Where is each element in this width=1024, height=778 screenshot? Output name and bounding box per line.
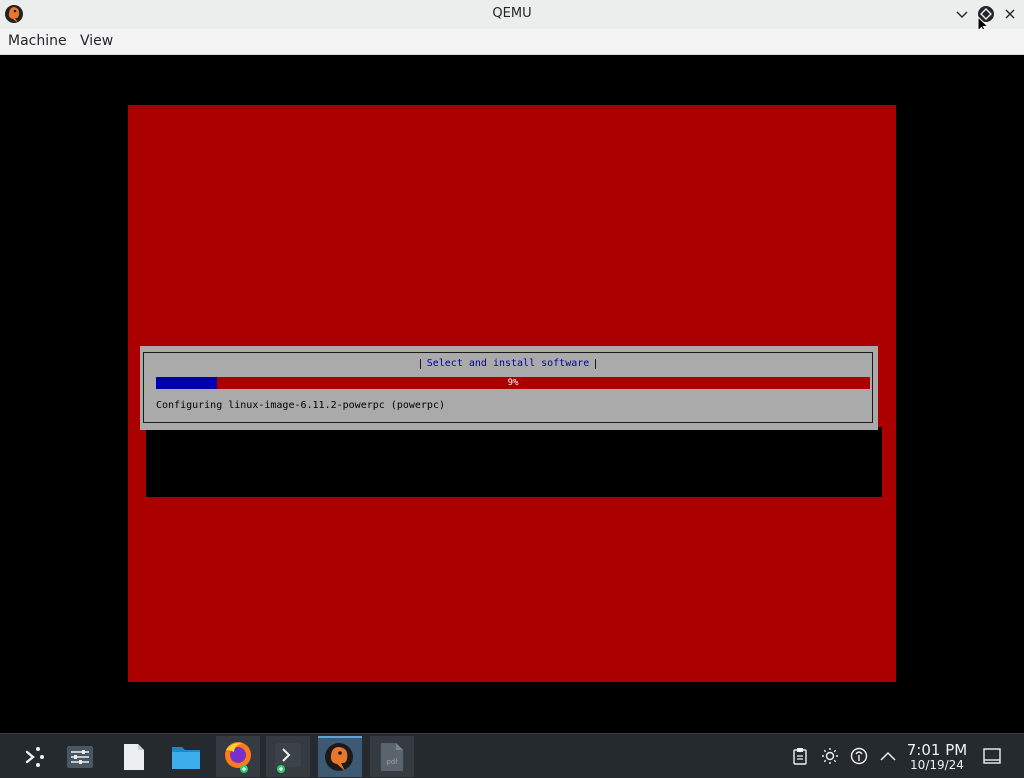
settings-icon xyxy=(67,745,93,768)
network-icon[interactable] xyxy=(850,747,868,765)
dialog-shadow xyxy=(146,427,882,497)
menu-view[interactable]: View xyxy=(80,33,113,49)
firefox-button[interactable] xyxy=(216,736,260,777)
file-manager-button[interactable] xyxy=(164,736,208,777)
dialog-frame: Select and install software 9% Configuri… xyxy=(143,352,873,423)
firefox-icon xyxy=(225,741,251,773)
progress-bar: 9% xyxy=(156,377,870,389)
vm-display[interactable]: Select and install software 9% Configuri… xyxy=(0,55,1024,733)
folder-icon xyxy=(172,746,200,769)
svg-text:pdf: pdf xyxy=(386,758,398,766)
window-title: QEMU xyxy=(492,6,532,21)
pdf-viewer-button[interactable]: pdf xyxy=(370,736,414,777)
clock-date[interactable]: 10/19/24 xyxy=(900,758,974,772)
clock-time[interactable]: 7:01 PM xyxy=(900,741,974,759)
menu-machine[interactable]: Machine xyxy=(8,33,67,49)
qemu-icon xyxy=(325,742,353,771)
window-titlebar[interactable]: QEMU xyxy=(0,0,1024,34)
show-desktop-icon[interactable] xyxy=(983,747,1001,765)
settings-button[interactable] xyxy=(58,736,102,777)
application-launcher-button[interactable] xyxy=(12,736,56,777)
brightness-icon[interactable] xyxy=(821,747,839,765)
dialog-title: Select and install software xyxy=(419,359,597,369)
text-editor-button[interactable] xyxy=(112,736,156,777)
application-launcher-icon xyxy=(25,746,44,767)
minimize-button[interactable] xyxy=(952,4,972,24)
terminal-icon xyxy=(275,742,301,773)
install-progress-dialog: Select and install software 9% Configuri… xyxy=(140,346,878,430)
qemu-taskbar-button[interactable] xyxy=(318,736,362,777)
show-hidden-icons-icon[interactable] xyxy=(879,747,897,765)
clipboard-icon[interactable] xyxy=(791,747,809,765)
progress-percent: 9% xyxy=(507,378,519,388)
install-status-text: Configuring linux-image-6.11.2-powerpc (… xyxy=(156,400,445,411)
close-button[interactable] xyxy=(1000,4,1020,24)
taskbar: pdf 7:01 PM 10/19/24 xyxy=(0,733,1024,778)
pdf-icon: pdf xyxy=(381,742,403,771)
terminal-button[interactable] xyxy=(266,736,310,777)
menu-bar: Machine View xyxy=(0,29,1024,55)
document-icon xyxy=(124,743,144,770)
